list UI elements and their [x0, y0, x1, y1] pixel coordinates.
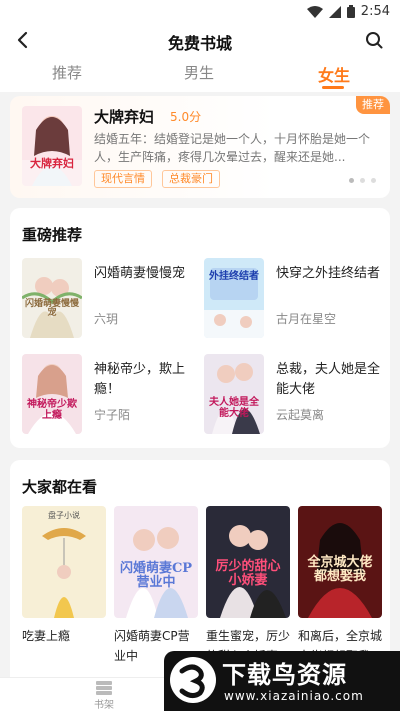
tab-recommend[interactable]: 推荐: [52, 62, 82, 83]
search-icon: [366, 32, 383, 49]
cover-title: 厉少的甜心小娇妻: [215, 559, 281, 588]
carousel-dot: [360, 178, 365, 183]
book-cover: 夫人她是全能大佬: [204, 354, 264, 434]
tab-active-indicator: [322, 86, 344, 89]
carousel-dot: [371, 178, 376, 183]
cover-title: 盘子小说: [48, 511, 80, 520]
book-title: 大牌弃妇: [94, 108, 155, 126]
book-author: 六玥: [94, 312, 119, 326]
book-item[interactable]: 闪婚萌妻CP营业中 闪婚萌妻CP营业中: [114, 506, 198, 666]
book-item[interactable]: 夫人她是全能大佬 总裁，夫人她是全能大佬 云起莫离: [204, 354, 384, 434]
tag-label: 总裁豪门: [162, 170, 220, 188]
book-title: 闪婚萌妻慢慢宠: [94, 266, 186, 281]
wifi-icon: [306, 5, 323, 18]
heavy-recommend-section: 重磅推荐 闪婚萌妻慢慢宠 闪婚萌妻慢慢宠 六玥 外挂终结者 快穿之外挂终结者 古…: [10, 208, 390, 448]
nav-bookshelf[interactable]: 书架: [84, 680, 124, 711]
book-description: 结婚五年：结婚登记是她一个人，十月怀胎是她一个人，生产阵痛，疼得几次晕过去，醒来…: [94, 132, 371, 164]
cover-title: 大牌弃妇: [30, 157, 74, 170]
featured-banner[interactable]: 大牌弃妇 大牌弃妇 5.0分 结婚五年：结婚登记是她一个人，十月怀胎是她一个人，…: [10, 96, 390, 198]
book-cover: 闪婚萌妻CP营业中: [114, 506, 198, 618]
search-button[interactable]: [362, 28, 386, 52]
carousel-dot: [349, 178, 354, 183]
watermark-url: www.xiazainiao.com: [224, 689, 364, 703]
book-title: 吃妻上瘾: [22, 629, 71, 643]
book-score: 5.0分: [170, 110, 202, 124]
book-cover: 外挂终结者: [204, 258, 264, 338]
book-cover[interactable]: 大牌弃妇: [22, 106, 82, 186]
book-cover: 全京城大佬都想娶我: [298, 506, 382, 618]
cover-title: 夫人她是全能大佬: [209, 397, 259, 419]
watermark-text: 下载鸟资源: [222, 661, 347, 689]
status-time: 2:54: [360, 4, 390, 19]
category-tabs: 推荐 男生 女生: [0, 56, 400, 92]
page-title: 免费书城: [167, 34, 232, 53]
battery-icon: [346, 5, 355, 18]
watermark-overlay: 下载鸟资源 www.xiazainiao.com: [164, 651, 400, 711]
carousel-indicator: [349, 178, 376, 183]
watermark-logo: [170, 657, 216, 703]
book-author: 宁子陌: [94, 408, 131, 422]
cover-title: 闪婚萌妻慢慢宠: [25, 299, 80, 319]
nav-bookshelf-label: 书架: [94, 700, 114, 711]
signal-icon: [328, 5, 341, 18]
book-cover: 神秘帝少欺上瘾: [22, 354, 82, 434]
tab-female[interactable]: 女生: [318, 62, 350, 86]
book-item[interactable]: 全京城大佬都想娶我 和离后，全京城大佬都想娶我: [298, 506, 382, 666]
section-title: 重磅推荐: [22, 226, 83, 244]
book-author: 古月在星空: [276, 312, 337, 326]
cover-title: 外挂终结者: [209, 271, 259, 282]
cover-title: 神秘帝少欺上瘾: [27, 399, 77, 421]
app-header: 免费书城: [0, 24, 400, 56]
book-cover: 厉少的甜心小娇妻: [206, 506, 290, 618]
book-item[interactable]: 神秘帝少欺上瘾 神秘帝少，欺上瘾！ 宁子陌: [22, 354, 202, 434]
book-item[interactable]: 外挂终结者 快穿之外挂终结者 古月在星空: [204, 258, 384, 338]
book-item[interactable]: 厉少的甜心小娇妻 重生蜜宠，厉少的甜心小娇妻: [206, 506, 290, 666]
book-author: 云起莫离: [276, 408, 325, 422]
bookshelf-icon: [96, 681, 112, 695]
cover-title: 全京城大佬都想娶我: [307, 555, 373, 584]
section-title: 大家都在看: [22, 478, 98, 496]
recommend-badge: 推荐: [356, 96, 390, 114]
book-item[interactable]: 盘子小说 吃妻上瘾: [22, 506, 106, 666]
tab-male[interactable]: 男生: [184, 62, 214, 83]
status-bar: 2:54: [0, 0, 400, 24]
book-title: 神秘帝少，欺上瘾！: [94, 362, 186, 397]
book-title: 总裁，夫人她是全能大佬: [276, 362, 381, 397]
book-cover: 盘子小说: [22, 506, 106, 618]
cover-title: 闪婚萌妻CP营业中: [119, 561, 193, 590]
tag-label: 现代言情: [94, 170, 152, 188]
book-item[interactable]: 闪婚萌妻慢慢宠 闪婚萌妻慢慢宠 六玥: [22, 258, 202, 338]
book-title: 快穿之外挂终结者: [276, 266, 381, 281]
book-cover: 闪婚萌妻慢慢宠: [22, 258, 82, 338]
